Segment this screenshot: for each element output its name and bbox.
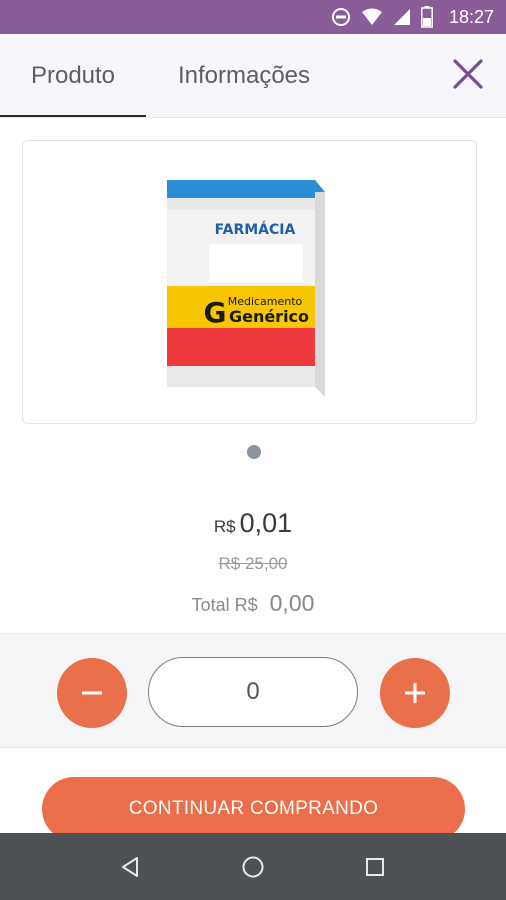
- status-time: 18:27: [448, 6, 494, 27]
- total-value: 0,00: [269, 590, 315, 616]
- price: R$ 0,01: [0, 508, 506, 539]
- product-image: FARMÁCIA G Medicamento Genérico: [166, 180, 325, 397]
- product-image-card: FARMÁCIA G Medicamento Genérico: [22, 140, 477, 424]
- price-value: 0,01: [239, 508, 293, 538]
- total: Total R$ 0,00: [0, 590, 506, 617]
- wifi-icon: [361, 8, 383, 26]
- close-icon: [453, 59, 483, 89]
- minus-icon: [82, 691, 102, 695]
- recents-button[interactable]: [355, 847, 395, 887]
- quantity-input[interactable]: [148, 657, 358, 727]
- navigation-bar: [0, 833, 506, 900]
- tab-bar: Produto Informações: [0, 34, 506, 118]
- back-icon: [122, 856, 138, 877]
- total-label: Total R$: [191, 595, 258, 615]
- tabs-divider: [0, 117, 506, 118]
- carousel-dot[interactable]: [247, 445, 261, 459]
- box-brand-text: FARMÁCIA: [214, 221, 295, 238]
- plus-icon: [405, 683, 425, 703]
- status-bar: 18:27: [0, 0, 506, 34]
- tab-informacoes[interactable]: Informações: [146, 34, 342, 118]
- increase-quantity-button[interactable]: [380, 658, 450, 728]
- do-not-disturb-icon: [331, 7, 351, 27]
- signal-icon: [393, 8, 411, 26]
- home-icon: [242, 856, 264, 877]
- generic-badge-line2: Genérico: [228, 307, 308, 326]
- old-price: R$ 25,00: [218, 554, 288, 573]
- tab-produto[interactable]: Produto: [0, 34, 146, 118]
- back-button[interactable]: [111, 847, 151, 887]
- close-button[interactable]: [448, 54, 488, 94]
- continue-shopping-button[interactable]: CONTINUAR COMPRANDO: [42, 777, 465, 841]
- recents-icon: [366, 857, 384, 876]
- price-currency: R$: [213, 517, 236, 536]
- home-button[interactable]: [233, 847, 273, 887]
- quantity-selector: [0, 633, 506, 748]
- battery-icon: [421, 6, 433, 28]
- generic-badge-letter: G: [203, 296, 226, 329]
- decrease-quantity-button[interactable]: [57, 658, 127, 728]
